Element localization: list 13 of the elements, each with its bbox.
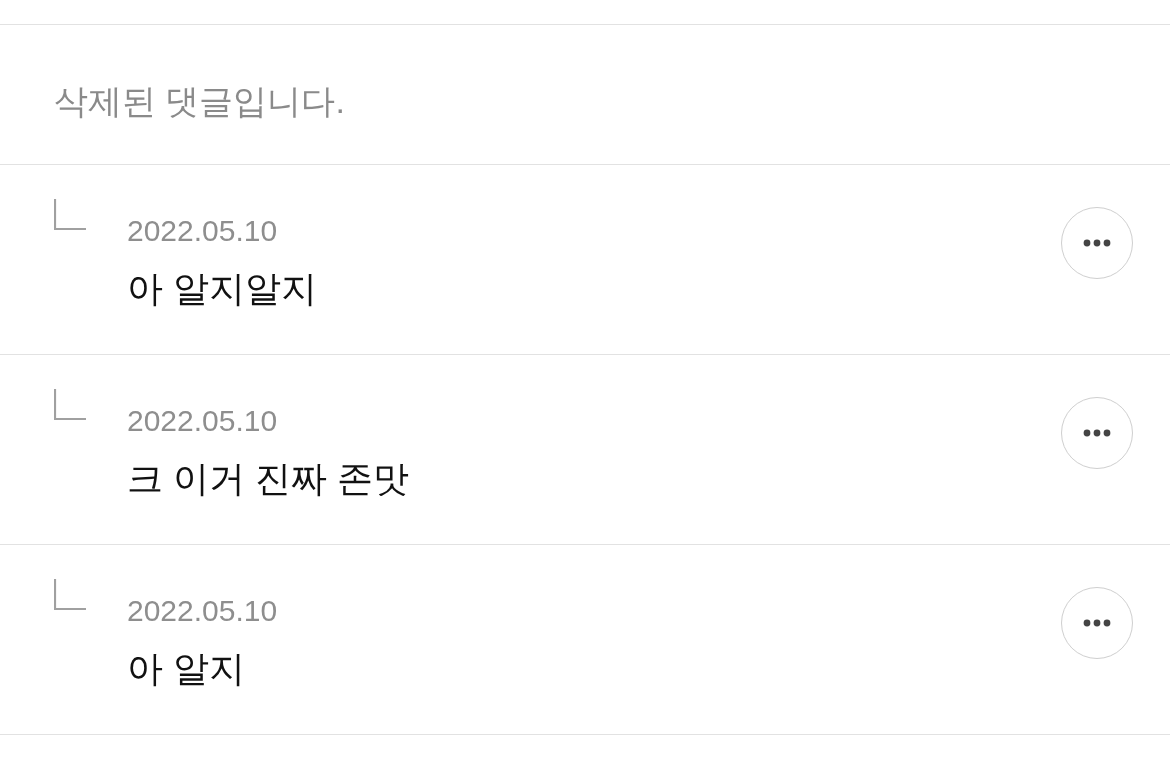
ellipsis-icon [1083,429,1111,437]
deleted-comment-text: 삭제된 댓글입니다. [54,81,345,122]
reply-text: 아 알지 [127,647,245,691]
ellipsis-icon [1083,239,1111,247]
reply-text: 크 이거 진짜 존맛 [127,457,409,501]
reply-date: 2022.05.10 [127,213,278,249]
reply-date: 2022.05.10 [127,593,278,629]
reply-corner-icon [54,579,86,610]
reply-text: 아 알지알지 [127,267,317,311]
reply-date: 2022.05.10 [127,403,278,439]
ellipsis-icon [1083,619,1111,627]
reply-corner-icon [54,389,86,420]
reply-corner-icon [54,199,86,230]
